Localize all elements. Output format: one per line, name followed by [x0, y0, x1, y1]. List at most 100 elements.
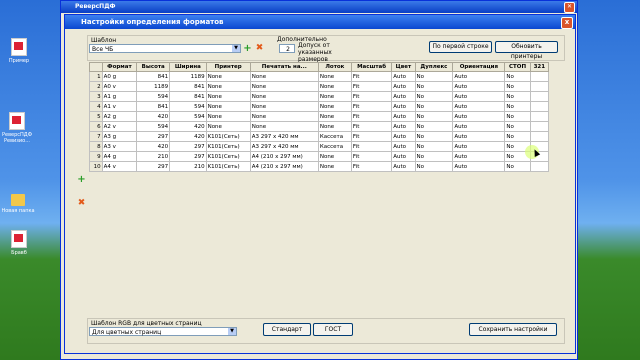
table-cell[interactable]: Fit — [350, 81, 393, 92]
table-cell[interactable]: None — [205, 81, 251, 92]
table-cell[interactable]: Auto — [452, 101, 506, 112]
table-cell[interactable]: Fit — [350, 91, 393, 102]
table-cell[interactable]: None — [205, 91, 251, 102]
table-cell[interactable]: A0 g — [101, 71, 138, 82]
table-cell[interactable] — [529, 111, 550, 122]
table-cell[interactable]: Auto — [452, 121, 506, 132]
column-header[interactable]: СТОП — [504, 62, 531, 72]
table-cell[interactable]: 841 — [169, 91, 207, 102]
table-cell[interactable]: No — [504, 71, 531, 82]
table-cell[interactable]: Fit — [350, 121, 393, 132]
table-cell[interactable] — [529, 161, 550, 172]
table-cell[interactable]: No — [414, 111, 454, 122]
rgb-template-select[interactable]: Для цветных страниц ▼ — [89, 327, 237, 336]
table-cell[interactable]: None — [317, 101, 352, 112]
table-cell[interactable]: Auto — [391, 81, 416, 92]
table-cell[interactable] — [529, 121, 550, 132]
column-header[interactable]: Высота — [136, 62, 171, 72]
table-cell[interactable]: No — [504, 121, 531, 132]
table-cell[interactable]: 841 — [169, 81, 207, 92]
table-cell[interactable]: Fit — [350, 141, 393, 152]
table-row[interactable]: 4 A1 v 841 594 None None None Fit Auto No Auto No — [89, 101, 550, 112]
column-header[interactable]: Принтер — [205, 62, 251, 72]
table-cell[interactable]: Auto — [391, 111, 416, 122]
save-settings-button[interactable]: Сохранить настройки — [469, 323, 557, 336]
column-header[interactable]: Лоток — [317, 62, 352, 72]
table-cell[interactable]: 210 — [136, 151, 171, 162]
table-cell[interactable]: Auto — [452, 81, 506, 92]
table-cell[interactable]: K101(Сеть) — [205, 141, 251, 152]
column-header[interactable]: Масштаб — [350, 62, 393, 72]
table-cell[interactable]: K101(Сеть) — [205, 131, 251, 142]
table-cell[interactable]: 420 — [136, 141, 171, 152]
table-row[interactable]: 9 A4 g 210 297 K101(Сеть) A4 (210 x 297 мм) No… — [89, 151, 550, 162]
table-cell[interactable]: No — [504, 111, 531, 122]
table-row[interactable]: 10 A4 v 297 210 K101(Сеть) A4 (210 x 297 мм) N… — [89, 161, 550, 172]
table-row[interactable]: 5 A2 g 420 594 None None None Fit Auto No Auto No — [89, 111, 550, 122]
table-cell[interactable]: None — [317, 81, 352, 92]
delete-template-x-icon[interactable]: ✖ — [255, 44, 264, 53]
table-cell[interactable]: 594 — [136, 121, 171, 132]
table-cell[interactable]: A3 g — [101, 131, 138, 142]
table-cell[interactable]: No — [504, 91, 531, 102]
table-cell[interactable]: None — [317, 71, 352, 82]
table-cell[interactable]: No — [414, 141, 454, 152]
table-row[interactable]: 2 A0 v 1189 841 None None None Fit Auto No Auto No — [89, 81, 550, 92]
desktop-icon-new-folder[interactable]: Новая папка — [1, 190, 35, 214]
table-cell[interactable]: No — [414, 71, 454, 82]
table-cell[interactable]: None — [317, 111, 352, 122]
table-cell[interactable]: 420 — [169, 131, 207, 142]
table-row[interactable]: 6 A2 v 594 420 None None None Fit Auto No Auto No — [89, 121, 550, 132]
table-cell[interactable]: Fit — [350, 131, 393, 142]
table-cell[interactable]: Auto — [452, 91, 506, 102]
table-cell[interactable]: Кассета — [317, 131, 352, 142]
table-cell[interactable]: No — [504, 161, 531, 172]
table-cell[interactable]: 297 — [136, 131, 171, 142]
tolerance-input[interactable]: 2 — [279, 44, 295, 53]
table-cell[interactable]: Auto — [391, 101, 416, 112]
desktop-icon-primer[interactable]: Пример — [2, 38, 36, 64]
table-cell[interactable]: Auto — [452, 111, 506, 122]
table-cell[interactable]: Auto — [391, 71, 416, 82]
table-cell[interactable]: Auto — [452, 71, 506, 82]
table-cell[interactable]: None — [317, 91, 352, 102]
gost-button[interactable]: ГОСТ — [313, 323, 353, 336]
table-cell[interactable]: A4 v — [101, 161, 138, 172]
table-cell[interactable]: No — [414, 161, 454, 172]
table-cell[interactable]: None — [249, 121, 319, 132]
table-row[interactable]: 1 A0 g 841 1189 None None None Fit Auto No Auto No — [89, 71, 550, 82]
standard-button[interactable]: Стандарт — [263, 323, 311, 336]
table-cell[interactable]: A3 v — [101, 141, 138, 152]
table-cell[interactable]: 1189 — [169, 71, 207, 82]
column-header[interactable]: Дуплекс — [414, 62, 454, 72]
table-cell[interactable]: None — [317, 121, 352, 132]
table-cell[interactable]: Fit — [350, 151, 393, 162]
table-cell[interactable]: No — [414, 91, 454, 102]
column-header[interactable]: Ширина — [169, 62, 207, 72]
table-cell[interactable]: No — [414, 121, 454, 132]
table-cell[interactable]: A1 g — [101, 91, 138, 102]
table-cell[interactable]: A4 (210 x 297 мм) — [249, 161, 319, 172]
table-cell[interactable]: Кассета — [317, 141, 352, 152]
table-cell[interactable]: None — [317, 161, 352, 172]
table-row[interactable]: 3 A1 g 594 841 None None None Fit Auto No Auto No — [89, 91, 550, 102]
desktop-icon-bravb[interactable]: Бравб — [2, 230, 36, 256]
column-header[interactable] — [89, 62, 103, 72]
table-cell[interactable]: None — [205, 101, 251, 112]
table-cell[interactable] — [529, 81, 550, 92]
column-header[interactable]: Печатать на... — [249, 62, 319, 72]
table-cell[interactable]: No — [414, 131, 454, 142]
table-cell[interactable]: Fit — [350, 71, 393, 82]
table-cell[interactable]: No — [504, 81, 531, 92]
by-first-row-button[interactable]: По первой строке — [429, 41, 492, 53]
dialog-close-button[interactable]: x — [561, 17, 573, 29]
table-cell[interactable]: No — [414, 81, 454, 92]
table-cell[interactable]: 594 — [169, 111, 207, 122]
table-cell[interactable] — [529, 101, 550, 112]
table-cell[interactable]: None — [249, 81, 319, 92]
table-cell[interactable]: 297 — [136, 161, 171, 172]
table-cell[interactable] — [529, 71, 550, 82]
table-cell[interactable]: No — [504, 131, 531, 142]
table-cell[interactable]: 594 — [169, 101, 207, 112]
column-header[interactable]: 321 — [529, 62, 550, 72]
